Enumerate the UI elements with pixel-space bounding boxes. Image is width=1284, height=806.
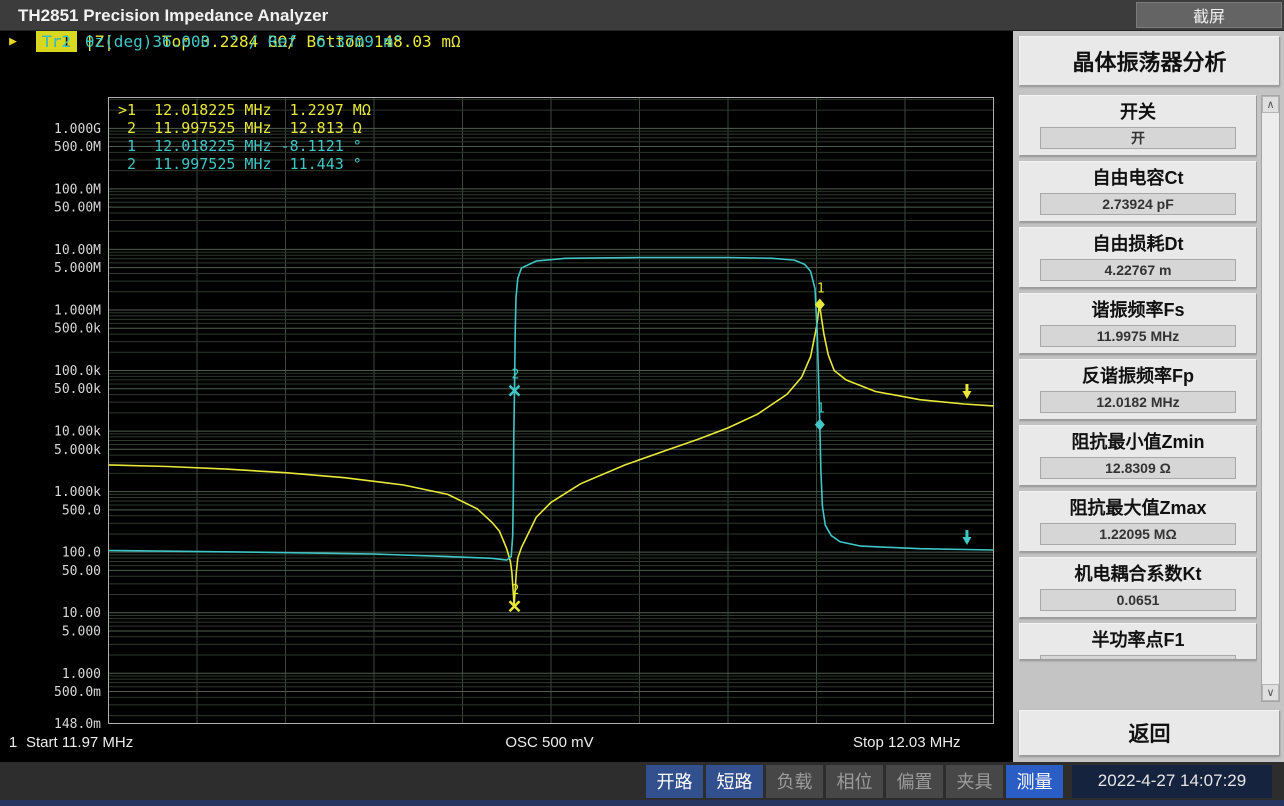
svg-text:100.0k: 100.0k [54, 364, 101, 379]
svg-text:500.0k: 500.0k [54, 322, 101, 337]
svg-text:5.000M: 5.000M [54, 261, 101, 276]
main-area: ▶ Tr1 |Z| Top 3.2284 GΩ/ Bottom 148.03 m… [0, 31, 1284, 762]
marker-label: 2 [511, 368, 519, 383]
param-label: 自由损耗Dt [1026, 231, 1250, 258]
param-value: 12.0182 MHz [1040, 391, 1236, 413]
svg-text:500.0: 500.0 [62, 503, 101, 518]
bias-button[interactable]: 偏置 [886, 765, 943, 798]
trace-info: ▶ Tr1 |Z| Top 3.2284 GΩ/ Bottom 148.03 m… [0, 31, 1013, 95]
graph-area: ▶ Tr1 |Z| Top 3.2284 GΩ/ Bottom 148.03 m… [0, 31, 1013, 762]
sidebar-item-switch[interactable]: 开关 开 [1019, 95, 1257, 156]
svg-text:>1 12.018225 MHz 1.2297 MΩ: >1 12.018225 MHz 1.2297 MΩ [118, 101, 371, 119]
svg-text:10.00k: 10.00k [54, 425, 101, 440]
osc-level-label: OSC 500 mV [306, 734, 793, 751]
param-value: 12.8309 Ω [1040, 457, 1236, 479]
fixture-button[interactable]: 夹具 [946, 765, 1003, 798]
channel-indicator: 1 [0, 734, 26, 751]
svg-text:10.00: 10.00 [62, 606, 101, 621]
bottom-bar: 开路 短路 负载 相位 偏置 夹具 测量 2022-4-27 14:07:29 [0, 762, 1284, 800]
y-axis-tick-labels: 1.000G 500.0M 100.0M 50.00M 10.00M 5.000M 1.00… [54, 122, 101, 732]
svg-text:2 11.997525 MHz 11.443 °: 2 11.997525 MHz 11.443 ° [118, 155, 362, 173]
svg-text:10.00M: 10.00M [54, 243, 101, 258]
param-label: 自由电容Ct [1026, 165, 1250, 192]
phase-button[interactable]: 相位 [826, 765, 883, 798]
param-label: 开关 [1026, 99, 1250, 126]
trace-indicator-arrow-icon [962, 384, 971, 399]
sidebar-item-free-capacitance-ct[interactable]: 自由电容Ct 2.73924 pF [1019, 161, 1257, 222]
open-circuit-button[interactable]: 开路 [646, 765, 703, 798]
instrument-screen: TH2851 Precision Impedance Analyzer 截屏 ▶… [0, 0, 1284, 806]
load-button[interactable]: 负载 [766, 765, 823, 798]
trace2-info-line: Tr2 θz(deg)36.000 ° / Ref 6.3709 m° [0, 31, 403, 52]
param-value: 4.22767 m [1040, 259, 1236, 281]
sidebar-scroll-region: 开关 开 自由电容Ct 2.73924 pF 自由损耗Dt 4.22767 m … [1019, 95, 1280, 702]
sidebar-panel: 晶体振荡器分析 开关 开 自由电容Ct 2.73924 pF 自由损耗Dt 4.… [1013, 31, 1284, 762]
param-value: 1.22095 MΩ [1040, 523, 1236, 545]
marker-label: 1 [817, 282, 825, 297]
svg-text:1 12.018225 MHz -8.1121 °: 1 12.018225 MHz -8.1121 ° [118, 137, 362, 155]
sidebar-item-half-power-point-f1[interactable]: 半功率点F1 [1019, 623, 1257, 660]
param-label: 半功率点F1 [1026, 627, 1250, 654]
param-value: 2.73924 pF [1040, 193, 1236, 215]
svg-text:1.000M: 1.000M [54, 303, 101, 318]
marker-readout: >1 12.018225 MHz 1.2297 MΩ 2 11.997525 M… [118, 101, 371, 173]
sidebar-title: 晶体振荡器分析 [1019, 36, 1280, 86]
trace-indicator-arrow-icon [962, 530, 971, 545]
scroll-down-icon[interactable]: ∨ [1262, 684, 1279, 701]
plot-grid [109, 98, 994, 724]
sidebar-item-zmax[interactable]: 阻抗最大值Zmax 1.22095 MΩ [1019, 491, 1257, 552]
param-value: 0.0651 [1040, 589, 1236, 611]
svg-text:500.0m: 500.0m [54, 685, 101, 700]
svg-text:50.00: 50.00 [62, 564, 101, 579]
param-value [1040, 655, 1236, 660]
x-axis-labels: 1 Start 11.97 MHz OSC 500 mV Stop 12.03 … [0, 729, 1013, 755]
param-label: 阻抗最小值Zmin [1026, 429, 1250, 456]
svg-text:100.0M: 100.0M [54, 182, 101, 197]
scroll-up-icon[interactable]: ∧ [1262, 96, 1279, 113]
svg-text:50.00k: 50.00k [54, 382, 101, 397]
svg-text:50.00M: 50.00M [54, 201, 101, 216]
svg-text:1.000k: 1.000k [54, 485, 101, 500]
marker-label: 1 [817, 402, 825, 417]
start-frequency-label: Start 11.97 MHz [26, 734, 306, 751]
short-circuit-button[interactable]: 短路 [706, 765, 763, 798]
svg-text:1.000G: 1.000G [54, 122, 101, 137]
param-label: 谐振频率Fs [1026, 297, 1250, 324]
sidebar-scrollbar[interactable]: ∧ ∨ [1261, 95, 1280, 702]
param-label: 反谐振频率Fp [1026, 363, 1250, 390]
bottom-accent-strip [0, 800, 1284, 806]
sidebar-item-resonant-frequency-fs[interactable]: 谐振频率Fs 11.9975 MHz [1019, 293, 1257, 354]
back-button[interactable]: 返回 [1019, 710, 1280, 756]
svg-text:5.000: 5.000 [62, 624, 101, 639]
param-value: 开 [1040, 127, 1236, 149]
trace2-badge[interactable]: Tr2 [36, 31, 77, 52]
svg-text:2 11.997525 MHz 12.813 Ω: 2 11.997525 MHz 12.813 Ω [118, 119, 362, 137]
impedance-chart: 1.000G 500.0M 100.0M 50.00M 10.00M 5.000M 1.00… [0, 95, 1013, 735]
title-bar: TH2851 Precision Impedance Analyzer 截屏 [0, 0, 1284, 31]
svg-text:500.0M: 500.0M [54, 140, 101, 155]
scrollbar-track[interactable] [1262, 113, 1279, 684]
trace2-scale-text: θz(deg)36.000 ° / Ref 6.3709 m° [85, 32, 403, 51]
svg-text:1.000: 1.000 [62, 667, 101, 682]
sidebar-item-coupling-coefficient-kt[interactable]: 机电耦合系数Kt 0.0651 [1019, 557, 1257, 618]
param-label: 机电耦合系数Kt [1026, 561, 1250, 588]
stop-frequency-label: Stop 12.03 MHz [793, 734, 1013, 751]
clock-display: 2022-4-27 14:07:29 [1072, 765, 1272, 798]
app-title: TH2851 Precision Impedance Analyzer [18, 0, 328, 31]
marker-label: 2 [511, 583, 519, 598]
svg-text:5.000k: 5.000k [54, 443, 101, 458]
sidebar-item-antiresonant-frequency-fp[interactable]: 反谐振频率Fp 12.0182 MHz [1019, 359, 1257, 420]
svg-text:100.0: 100.0 [62, 546, 101, 561]
sidebar-item-free-loss-dt[interactable]: 自由损耗Dt 4.22767 m [1019, 227, 1257, 288]
sidebar-items: 开关 开 自由电容Ct 2.73924 pF 自由损耗Dt 4.22767 m … [1019, 95, 1257, 702]
screenshot-button[interactable]: 截屏 [1136, 2, 1282, 28]
param-value: 11.9975 MHz [1040, 325, 1236, 347]
measure-button[interactable]: 测量 [1006, 765, 1063, 798]
sidebar-item-zmin[interactable]: 阻抗最小值Zmin 12.8309 Ω [1019, 425, 1257, 486]
param-label: 阻抗最大值Zmax [1026, 495, 1250, 522]
